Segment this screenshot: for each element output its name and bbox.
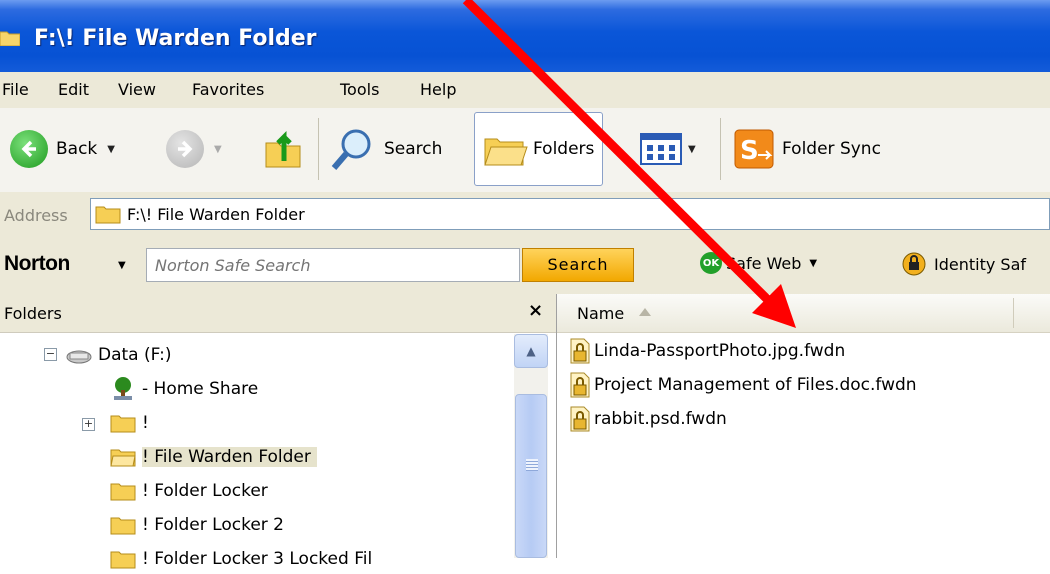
tree-item-label: Data (F:) (98, 345, 172, 365)
tree-item-label: ! File Warden Folder (142, 447, 317, 467)
norton-logo[interactable]: Norton (4, 252, 70, 276)
folder-icon (110, 551, 136, 569)
close-icon[interactable]: × (528, 300, 543, 321)
tree-item-file-warden-folder[interactable]: ! File Warden Folder (110, 442, 317, 472)
expand-icon[interactable]: + (82, 418, 95, 431)
file-name: Linda-PassportPhoto.jpg.fwdn (594, 341, 846, 361)
lock-icon (902, 252, 926, 276)
sort-ascending-icon (639, 308, 651, 316)
norton-search-input[interactable] (146, 248, 520, 282)
tree-item-label: ! Folder Locker 2 (142, 515, 284, 535)
norton-toolbar: Norton ▼ Search OK Safe Web ▼ Identity S… (0, 236, 1050, 295)
tree-item-label: ! Folder Locker 3 Locked Fil (142, 549, 373, 569)
folders-scrollbar[interactable]: ▲ (514, 334, 548, 558)
address-value: F:\! File Warden Folder (127, 204, 305, 224)
menu-tools[interactable]: Tools (340, 80, 379, 99)
locked-file-icon (570, 406, 590, 432)
toolbar: Back ▼ ▼ Search Folders ▼ S Folder Sync (0, 108, 1050, 193)
folder-icon (110, 483, 136, 501)
norton-search-button[interactable]: Search (522, 248, 634, 282)
safe-web-label: Safe Web (726, 253, 802, 273)
safe-web-button[interactable]: OK Safe Web ▼ (700, 252, 817, 274)
locked-file-icon (570, 372, 590, 398)
window-title: F:\! File Warden Folder (34, 26, 317, 51)
tree-item-drive[interactable]: Data (F:) (66, 340, 171, 370)
menu-favorites[interactable]: Favorites (192, 80, 264, 99)
address-bar: Address F:\! File Warden Folder (0, 192, 1050, 237)
tree-item-label: ! Folder Locker (142, 481, 268, 501)
search-icon (331, 129, 371, 170)
back-dropdown-icon[interactable]: ▼ (107, 144, 115, 155)
open-folder-icon (110, 449, 136, 467)
up-folder-button[interactable] (264, 116, 304, 182)
back-label: Back (56, 139, 98, 159)
scroll-up-icon[interactable]: ▲ (514, 334, 548, 368)
scrollbar-thumb[interactable] (515, 394, 547, 558)
folders-label: Folders (533, 139, 595, 159)
folders-pane-header: Folders × (0, 294, 556, 333)
menu-edit[interactable]: Edit (58, 80, 89, 99)
ok-badge-icon: OK (700, 252, 722, 274)
file-list: Name Linda-PassportPhoto.jpg.fwdn Projec… (557, 294, 1050, 558)
menu-help[interactable]: Help (420, 80, 456, 99)
back-button[interactable]: Back ▼ (10, 116, 115, 182)
views-icon (640, 133, 682, 165)
tree-item-home-share[interactable]: - Home Share (110, 374, 258, 404)
tree-item-label: - Home Share (142, 379, 259, 399)
forward-dropdown-icon[interactable]: ▼ (214, 144, 222, 155)
address-label: Address (4, 206, 68, 225)
file-item[interactable]: rabbit.psd.fwdn (569, 404, 727, 434)
file-item[interactable]: Project Management of Files.doc.fwdn (569, 370, 917, 400)
folder-sync-icon: S (734, 129, 774, 169)
folder-icon (110, 415, 136, 433)
column-header-name[interactable]: Name (577, 304, 624, 323)
folder-icon (0, 31, 20, 46)
norton-dropdown-icon[interactable]: ▼ (118, 260, 126, 271)
tree-item-label: ! (142, 413, 149, 433)
column-header-row: Name (557, 294, 1050, 333)
views-dropdown-icon[interactable]: ▼ (688, 144, 696, 155)
menu-view[interactable]: View (118, 80, 156, 99)
safe-web-dropdown-icon: ▼ (809, 257, 818, 269)
folder-sync-label: Folder Sync (782, 139, 881, 159)
search-label: Search (384, 139, 443, 159)
folders-button[interactable]: Folders (474, 112, 604, 186)
menu-bar: File Edit View Favorites Tools Help (0, 72, 1050, 109)
toolbar-separator (720, 118, 721, 180)
folders-pane-title: Folders (4, 304, 62, 323)
folder-icon (110, 517, 136, 535)
file-name: Project Management of Files.doc.fwdn (594, 375, 917, 395)
folders-pane: Folders × − Data (F:) - Home Share + ! !… (0, 294, 557, 569)
file-item[interactable]: Linda-PassportPhoto.jpg.fwdn (569, 336, 845, 366)
address-field[interactable]: F:\! File Warden Folder (90, 198, 1050, 230)
forward-arrow-icon (166, 130, 204, 168)
tree-item-folder-locker[interactable]: ! Folder Locker (110, 476, 268, 506)
network-share-icon (114, 377, 132, 400)
column-divider[interactable] (1013, 298, 1014, 328)
folders-icon (484, 138, 528, 166)
tree-item-bang[interactable]: ! (110, 408, 149, 438)
tree-item-folder-locker-3[interactable]: ! Folder Locker 3 Locked Fil (110, 544, 372, 574)
folder-icon (95, 206, 121, 224)
svg-text:S: S (740, 136, 759, 166)
collapse-icon[interactable]: − (44, 348, 57, 361)
file-name: rabbit.psd.fwdn (594, 409, 727, 429)
back-arrow-icon (10, 130, 48, 168)
folder-sync-button[interactable]: S Folder Sync (734, 116, 881, 182)
grip-icon (526, 459, 538, 471)
identity-safe-button[interactable]: Identity Saf (902, 252, 1026, 276)
up-folder-icon (265, 130, 301, 168)
search-button[interactable]: Search (330, 116, 442, 182)
tree-item-folder-locker-2[interactable]: ! Folder Locker 2 (110, 510, 284, 540)
identity-safe-label: Identity Saf (934, 254, 1026, 274)
locked-file-icon (570, 338, 590, 364)
forward-button[interactable]: ▼ (166, 116, 222, 182)
views-button[interactable]: ▼ (640, 116, 696, 182)
menu-file[interactable]: File (2, 80, 29, 99)
toolbar-separator (318, 118, 319, 180)
title-bar: F:\! File Warden Folder (0, 0, 1050, 80)
drive-icon (66, 350, 92, 364)
